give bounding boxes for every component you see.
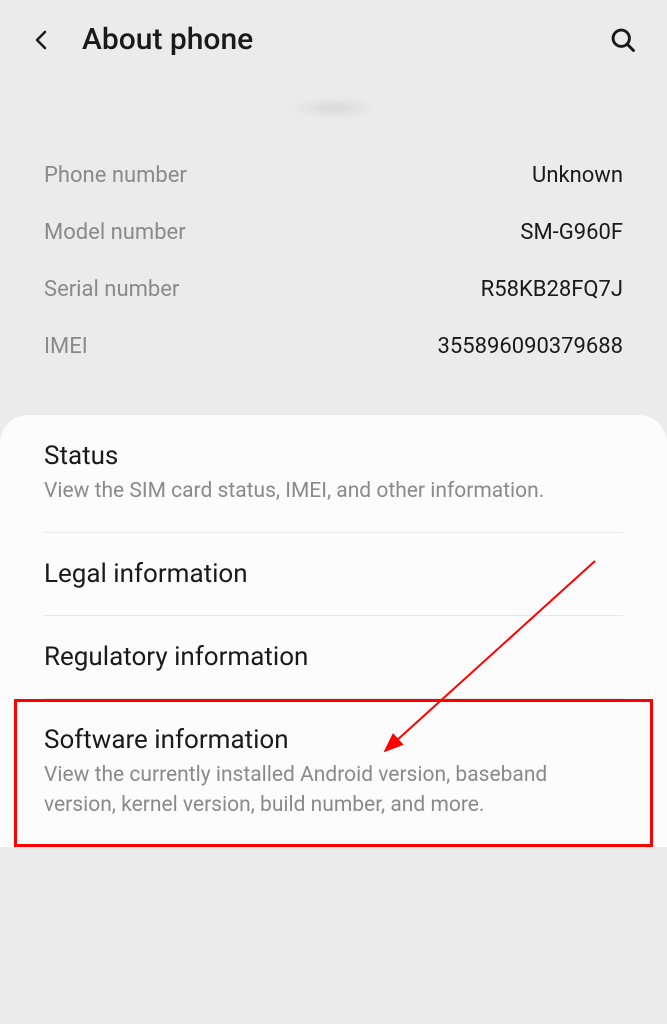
phone-number-value: Unknown bbox=[532, 163, 623, 188]
search-icon[interactable] bbox=[609, 26, 637, 54]
page-title: About phone bbox=[82, 22, 609, 57]
phone-number-label: Phone number bbox=[44, 163, 187, 188]
imei-row[interactable]: IMEI 355896090379688 bbox=[44, 318, 623, 375]
legal-option[interactable]: Legal information bbox=[44, 533, 623, 616]
software-subtitle: View the currently installed Android ver… bbox=[44, 761, 623, 820]
phone-shadow bbox=[289, 97, 379, 119]
software-option[interactable]: Software information View the currently … bbox=[14, 699, 653, 847]
options-card: Status View the SIM card status, IMEI, a… bbox=[0, 415, 667, 847]
model-number-row[interactable]: Model number SM-G960F bbox=[44, 204, 623, 261]
status-title: Status bbox=[44, 441, 623, 471]
regulatory-title: Regulatory information bbox=[44, 642, 623, 672]
imei-value: 355896090379688 bbox=[438, 334, 623, 359]
status-option[interactable]: Status View the SIM card status, IMEI, a… bbox=[44, 415, 623, 533]
legal-title: Legal information bbox=[44, 559, 623, 589]
regulatory-option[interactable]: Regulatory information bbox=[44, 616, 623, 699]
device-info-section: Phone number Unknown Model number SM-G96… bbox=[0, 139, 667, 405]
serial-number-label: Serial number bbox=[44, 277, 179, 302]
model-number-value: SM-G960F bbox=[520, 220, 623, 245]
app-header: About phone bbox=[0, 0, 667, 79]
serial-number-row[interactable]: Serial number R58KB28FQ7J bbox=[44, 261, 623, 318]
serial-number-value: R58KB28FQ7J bbox=[481, 277, 623, 302]
imei-label: IMEI bbox=[44, 334, 88, 359]
model-number-label: Model number bbox=[44, 220, 186, 245]
back-icon[interactable] bbox=[30, 28, 54, 52]
status-subtitle: View the SIM card status, IMEI, and othe… bbox=[44, 477, 623, 506]
phone-image-area bbox=[0, 79, 667, 139]
phone-number-row[interactable]: Phone number Unknown bbox=[44, 147, 623, 204]
software-title: Software information bbox=[44, 725, 623, 755]
